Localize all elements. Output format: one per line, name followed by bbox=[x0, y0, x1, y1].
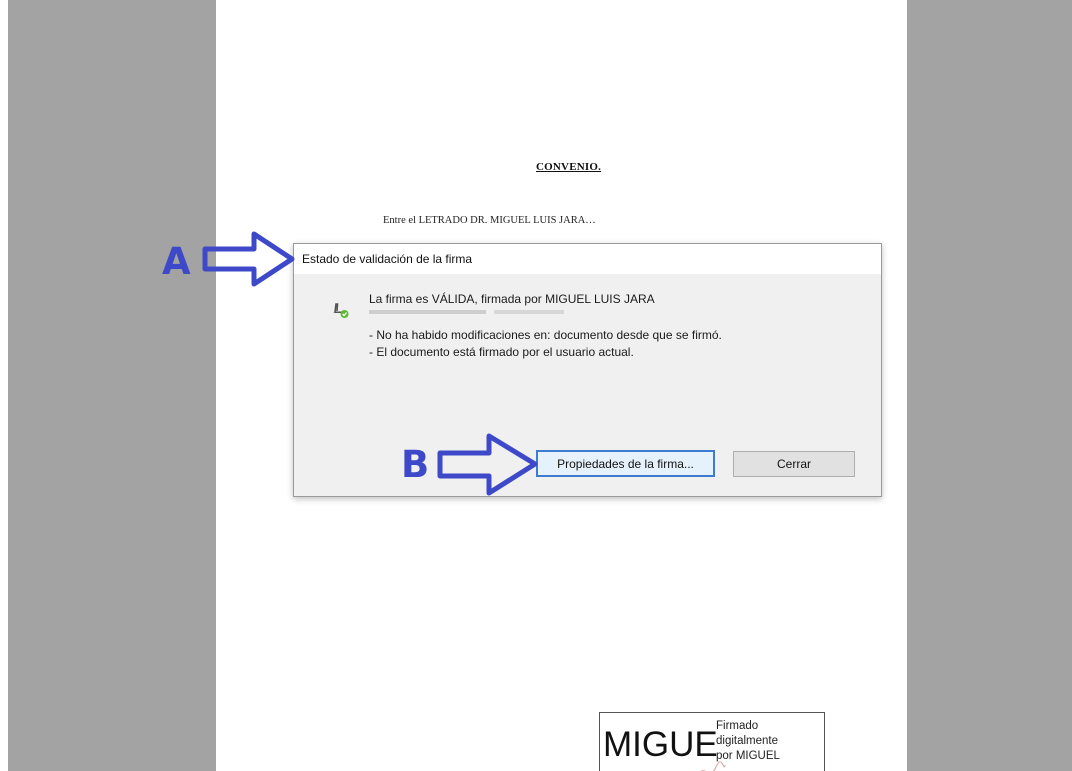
stamp-line: digitalmente bbox=[716, 735, 779, 747]
validation-detail: - No ha habido modificaciones en: docume… bbox=[369, 328, 722, 342]
arrow-right-icon bbox=[437, 433, 538, 496]
signature-validation-dialog: Estado de validación de la firma La firm… bbox=[293, 243, 882, 497]
annotation-label-a: A bbox=[162, 240, 191, 283]
validation-message: La firma es VÁLIDA, firmada por MIGUEL L… bbox=[369, 292, 655, 306]
stamp-line: Firmado bbox=[716, 720, 759, 732]
close-button[interactable]: Cerrar bbox=[733, 451, 855, 477]
digital-signature-stamp[interactable]: MIGUE Firmado digitalmente por MIGUEL bbox=[599, 712, 825, 771]
validation-detail: - El documento está firmado por el usuar… bbox=[369, 345, 634, 359]
annotation-label-b: B bbox=[401, 443, 430, 486]
signature-scribble-icon bbox=[700, 761, 726, 771]
viewer-background-left bbox=[8, 0, 216, 771]
viewer-background-right bbox=[907, 0, 1072, 771]
signature-properties-button[interactable]: Propiedades de la firma... bbox=[536, 450, 715, 477]
document-title: CONVENIO. bbox=[536, 161, 602, 173]
arrow-right-icon bbox=[202, 231, 295, 287]
valid-signature-icon bbox=[333, 303, 349, 318]
document-first-line: Entre el LETRADO DR. MIGUEL LUIS JARA… bbox=[383, 215, 596, 226]
dialog-titlebar[interactable]: Estado de validación de la firma bbox=[294, 244, 881, 274]
truncated-detail-line bbox=[369, 310, 564, 314]
dialog-title: Estado de validación de la firma bbox=[302, 252, 473, 266]
